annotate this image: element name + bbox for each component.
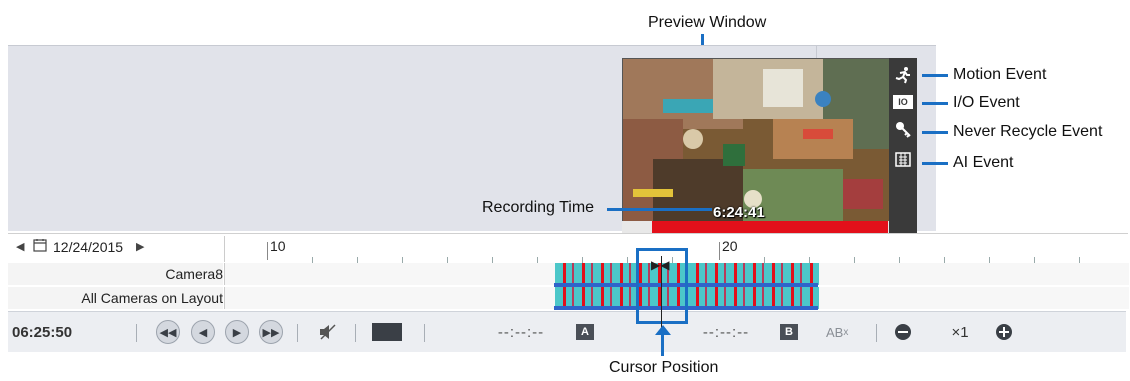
mark-b-button[interactable]: B	[780, 320, 798, 344]
running-person-icon[interactable]	[893, 66, 913, 86]
timeline-date[interactable]: 12/24/2015	[53, 239, 123, 255]
event-icon-sidebar: IO	[889, 58, 917, 233]
plus-icon	[996, 324, 1012, 340]
skip-end-button[interactable]: ▶▶	[259, 320, 283, 344]
mark-a-button[interactable]: A	[576, 320, 594, 344]
step-back-icon: ◀	[191, 320, 215, 344]
speed-down-button[interactable]	[895, 320, 911, 344]
key-icon[interactable]	[893, 120, 913, 140]
clear-ab-button[interactable]: AB x	[826, 320, 848, 344]
ai-event-callout: AI Event	[953, 154, 1014, 171]
cursor-position-arrow	[661, 332, 664, 356]
film-icon	[372, 323, 402, 341]
io-icon-label: IO	[893, 95, 913, 109]
mark-b-label: B	[780, 324, 798, 340]
motion-event-arrow	[922, 74, 948, 77]
mute-button[interactable]	[316, 320, 340, 344]
speed-up-button[interactable]	[996, 320, 1012, 344]
film-button[interactable]	[372, 320, 402, 344]
skip-end-icon: ▶▶	[259, 320, 283, 344]
skip-start-button[interactable]: ◀◀	[156, 320, 180, 344]
next-day-icon[interactable]: ▶	[136, 240, 144, 253]
hour-label-10: 10	[270, 238, 286, 254]
mark-b-time: --:--:--	[702, 323, 750, 341]
cursor-position-callout: Cursor Position	[609, 359, 719, 376]
row-label-camera8[interactable]: Camera8	[8, 263, 223, 285]
never-recycle-event-arrow	[922, 131, 948, 134]
recording-timestamp: 6:24:41	[713, 204, 765, 221]
step-back-button[interactable]: ◀	[191, 320, 215, 344]
never-recycle-event-callout: Never Recycle Event	[953, 123, 1103, 140]
io-event-arrow	[922, 102, 948, 105]
cursor-arrow-head	[655, 325, 671, 335]
current-time: 06:25:50	[12, 323, 73, 341]
minus-icon	[895, 324, 911, 340]
io-icon[interactable]: IO	[893, 91, 913, 111]
clear-ab-sup: x	[843, 326, 849, 338]
mark-a-label: A	[576, 324, 594, 340]
prev-day-icon[interactable]: ◀	[16, 240, 24, 253]
motion-event-callout: Motion Event	[953, 66, 1047, 83]
row-label-all-cameras[interactable]: All Cameras on Layout	[8, 287, 223, 309]
recording-time-callout: Recording Time	[482, 199, 595, 216]
calendar-icon[interactable]	[33, 238, 47, 257]
recording-time-arrow	[607, 208, 712, 211]
io-event-callout: I/O Event	[953, 94, 1020, 111]
cursor-handle-icon[interactable]: ▶◀	[651, 259, 669, 271]
hour-label-20: 20	[722, 238, 738, 254]
ai-event-arrow	[922, 162, 948, 165]
playback-controls: 06:25:50 ◀◀ ◀ ▶ ▶▶ --:--:-- A --:--:-- B…	[8, 311, 1126, 352]
play-button[interactable]: ▶	[225, 320, 249, 344]
mark-a-time: --:--:--	[497, 323, 545, 341]
preview-scene	[623, 59, 891, 222]
mute-icon	[320, 324, 336, 340]
recording-bar-fill	[652, 221, 888, 233]
speed-value: ×1	[951, 323, 969, 341]
play-icon: ▶	[225, 320, 249, 344]
preview-window-callout: Preview Window	[648, 14, 767, 31]
clear-ab-label: AB	[826, 324, 844, 340]
skip-start-icon: ◀◀	[156, 320, 180, 344]
ai-icon[interactable]	[893, 150, 913, 170]
